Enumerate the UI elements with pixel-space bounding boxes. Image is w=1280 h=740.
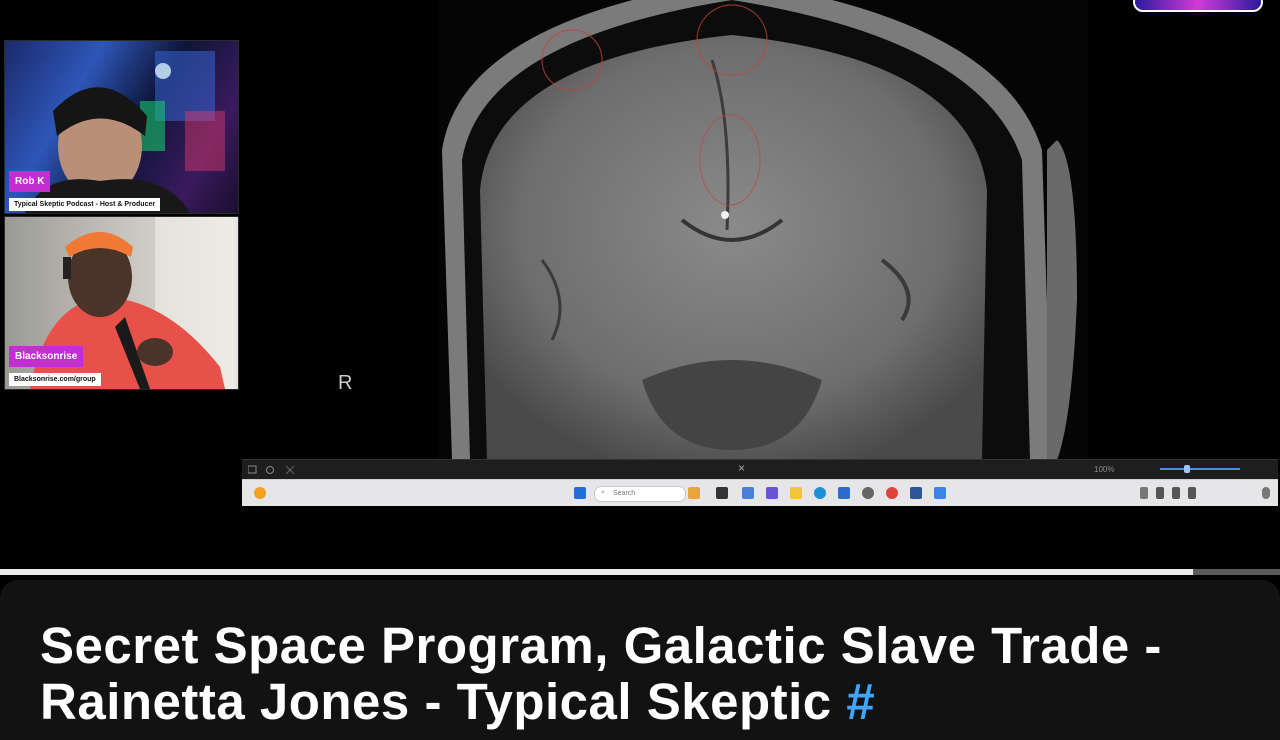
participant-subtitle: Typical Skeptic Podcast - Host & Produce… <box>9 198 161 211</box>
viewer-toolbar: × 100% <box>242 459 1278 480</box>
weather-icon[interactable] <box>254 487 266 499</box>
video-progress-bar[interactable] <box>0 569 1280 575</box>
participant-name-tag: Blacksonrise <box>9 346 84 367</box>
wifi-icon[interactable] <box>1156 487 1164 499</box>
app-icon[interactable] <box>862 487 874 499</box>
video-title-panel: Secret Space Program, Galactic Slave Tra… <box>0 580 1280 740</box>
orientation-marker: R <box>338 372 353 394</box>
settings-icon[interactable] <box>934 487 946 499</box>
copilot-icon[interactable] <box>742 487 754 499</box>
participant-name-tag: Rob K <box>9 171 51 192</box>
widget-icon[interactable] <box>688 487 700 499</box>
teams-icon[interactable] <box>766 487 778 499</box>
webcam-tile-guest: Blacksonrise Blacksonrise.com/group <box>4 216 239 390</box>
notification-icon[interactable] <box>1262 487 1270 499</box>
mri-brain-scan-image <box>438 0 1088 460</box>
battery-icon[interactable] <box>1188 487 1196 499</box>
participant-subtitle: Blacksonrise.com/group <box>9 373 101 386</box>
stream-badge <box>1133 0 1263 12</box>
close-icon[interactable]: × <box>738 461 745 475</box>
edge-icon[interactable] <box>814 487 826 499</box>
video-title[interactable]: Secret Space Program, Galactic Slave Tra… <box>40 618 1240 730</box>
zoom-level: 100% <box>1094 465 1115 474</box>
toolbar-tools-icon[interactable] <box>248 465 298 475</box>
taskbar-search-box[interactable]: ⌕ Search <box>594 486 686 502</box>
task-view-icon[interactable] <box>716 487 728 499</box>
store-icon[interactable] <box>838 487 850 499</box>
mri-image-viewer <box>242 0 1280 460</box>
volume-icon[interactable] <box>1172 487 1180 499</box>
video-progress-played <box>0 569 1193 575</box>
windows-start-icon[interactable] <box>574 487 586 499</box>
zoom-slider[interactable] <box>1160 468 1240 470</box>
windows-taskbar: ⌕ Search <box>242 479 1278 506</box>
search-icon: ⌕ <box>601 489 605 496</box>
chrome-icon[interactable] <box>886 487 898 499</box>
video-title-text: Secret Space Program, Galactic Slave Tra… <box>40 617 1162 730</box>
hashtag-link[interactable]: # <box>846 673 875 730</box>
search-placeholder: Search <box>613 490 636 497</box>
chevron-up-icon[interactable] <box>1140 487 1148 499</box>
webcam-tile-host: Rob K Typical Skeptic Podcast - Host & P… <box>4 40 239 214</box>
zoom-slider-handle[interactable] <box>1184 465 1190 473</box>
file-explorer-icon[interactable] <box>790 487 802 499</box>
app-icon[interactable] <box>910 487 922 499</box>
